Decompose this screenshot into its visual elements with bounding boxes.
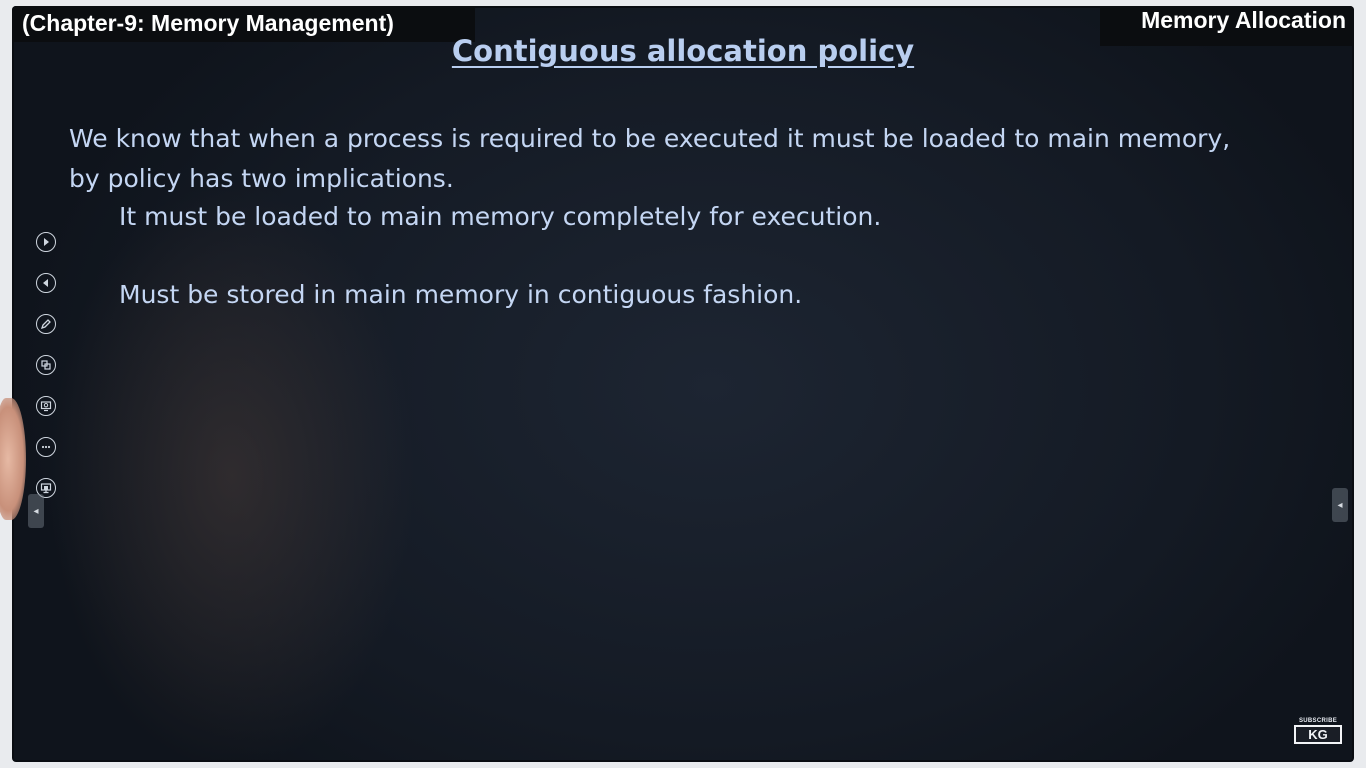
bullet-1: It must be loaded to main memory complet… bbox=[119, 202, 882, 231]
slides-icon[interactable] bbox=[36, 355, 56, 375]
bullet-2: Must be stored in main memory in contigu… bbox=[119, 280, 803, 309]
chevron-right-icon: ◂ bbox=[1337, 499, 1343, 511]
logo-kg: KG bbox=[1294, 725, 1342, 744]
logo-subscribe-text: SUBSCRIBE bbox=[1298, 718, 1338, 724]
more-icon[interactable] bbox=[36, 437, 56, 457]
channel-logo[interactable]: SUBSCRIBE KG bbox=[1294, 718, 1342, 744]
presentation-board: (Chapter-9: Memory Management) Memory Al… bbox=[12, 6, 1354, 762]
presenter-toolbar bbox=[36, 232, 58, 519]
chevron-left-icon: ◂ bbox=[33, 505, 39, 517]
slide-title: Contiguous allocation policy bbox=[451, 34, 915, 68]
right-slide-tab[interactable]: ◂ bbox=[1332, 488, 1348, 522]
zoom-icon[interactable] bbox=[36, 396, 56, 416]
next-icon[interactable] bbox=[36, 232, 56, 252]
pen-icon[interactable] bbox=[36, 314, 56, 334]
left-slide-tab[interactable]: ◂ bbox=[28, 494, 44, 528]
paragraph-line-2: by policy has two implications. bbox=[69, 164, 454, 193]
paragraph-line-1: We know that when a process is required … bbox=[69, 124, 1231, 153]
previous-icon[interactable] bbox=[36, 273, 56, 293]
slide-paragraph: We know that when a process is required … bbox=[69, 119, 1329, 199]
